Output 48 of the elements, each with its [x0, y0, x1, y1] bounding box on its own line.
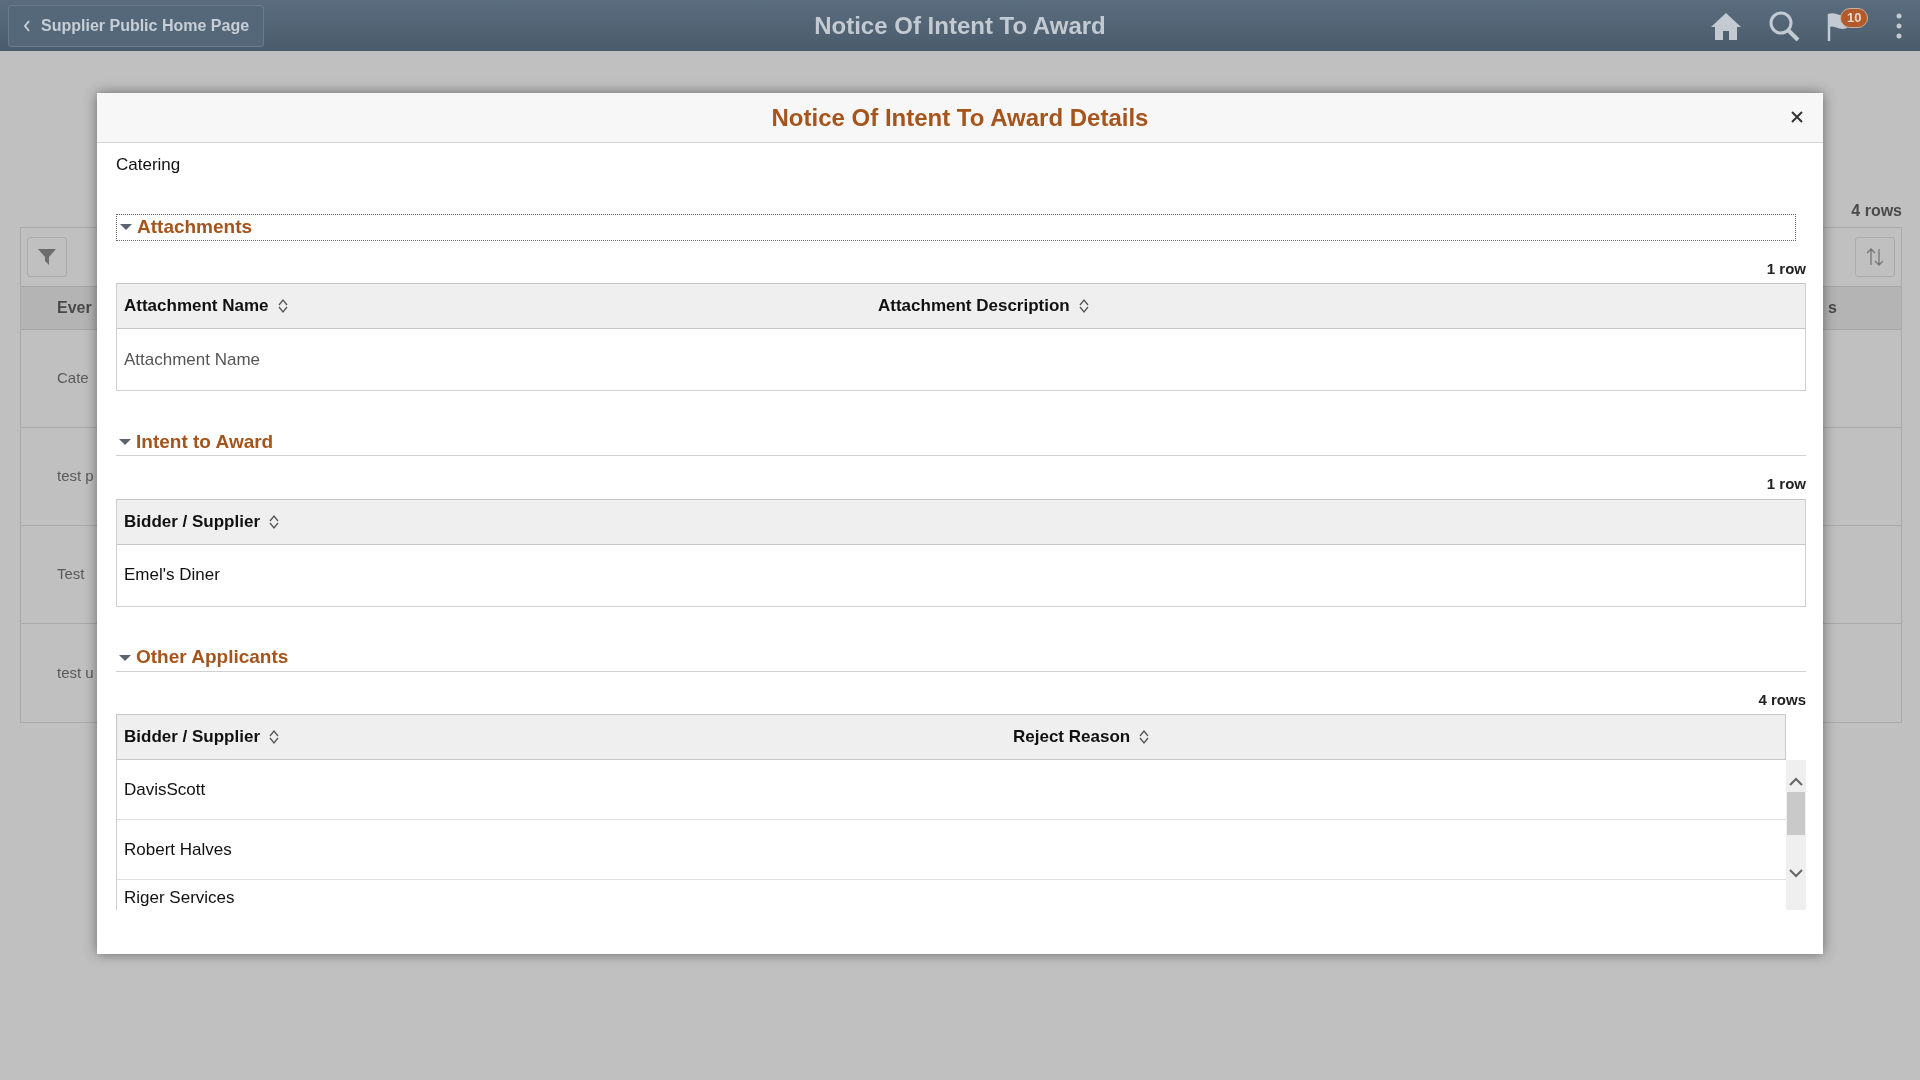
sort-icon[interactable]	[268, 513, 281, 530]
row-count: 1 row	[1766, 258, 1806, 279]
triangle-icon	[118, 652, 132, 663]
back-button[interactable]: Supplier Public Home Page	[8, 4, 265, 47]
table-cell-text: test u	[57, 662, 94, 683]
sort-arrows-icon	[1865, 247, 1885, 267]
table-cell-text: Attachment Name	[124, 348, 261, 371]
section-toggle[interactable]: Other Applicants	[116, 643, 291, 672]
column-header[interactable]: Reject Reason	[1013, 724, 1131, 750]
sort-icon[interactable]	[276, 298, 289, 314]
triangle-icon	[118, 437, 132, 447]
close-icon	[1791, 111, 1803, 123]
row-count: 1 row	[1766, 474, 1806, 494]
row-count: 4 rows	[1758, 689, 1806, 710]
chevron-up-icon[interactable]	[1789, 776, 1803, 786]
table-cell-text: Robert Halves	[124, 838, 232, 861]
row-count: 4 rows	[1851, 201, 1902, 221]
search-icon[interactable]	[1768, 9, 1800, 42]
chevron-left-icon	[23, 19, 31, 32]
table-cell-text: Test	[57, 564, 85, 585]
triangle-icon	[119, 222, 133, 232]
table-cell-text: Cate	[57, 368, 89, 389]
scrollbar[interactable]	[1786, 760, 1806, 910]
event-name: Catering	[116, 154, 181, 176]
sort-icon[interactable]	[268, 729, 281, 745]
scroll-thumb[interactable]	[1787, 792, 1805, 835]
table-cell-text: DavisScott	[124, 778, 206, 801]
table-cell-text: test p	[57, 466, 94, 487]
column-header: Ever	[57, 298, 92, 318]
chevron-down-icon[interactable]	[1789, 869, 1803, 879]
page-title: Notice Of Intent To Award	[814, 10, 1106, 41]
sort-icon[interactable]	[1077, 298, 1090, 314]
dialog-title: Notice Of Intent To Award Details	[771, 102, 1149, 133]
column-header[interactable]: Bidder / Supplier	[124, 508, 261, 535]
sort-icon[interactable]	[1138, 729, 1151, 745]
table-cell-text: Riger Services	[124, 886, 235, 909]
column-header: s	[1828, 298, 1837, 318]
home-icon[interactable]	[1710, 10, 1742, 41]
column-header[interactable]: Attachment Name	[124, 293, 269, 319]
more-icon[interactable]	[1896, 11, 1902, 40]
table-cell-text: Emel's Diner	[124, 564, 220, 587]
filter-button[interactable]	[27, 237, 67, 277]
section-toggle[interactable]: Attachments	[117, 212, 255, 242]
filter-icon	[37, 247, 57, 267]
column-header[interactable]: Bidder / Supplier	[124, 724, 261, 750]
section-toggle[interactable]: Intent to Award	[116, 427, 276, 457]
notification-badge: 10	[1840, 7, 1869, 28]
column-header[interactable]: Attachment Description	[878, 293, 1070, 319]
